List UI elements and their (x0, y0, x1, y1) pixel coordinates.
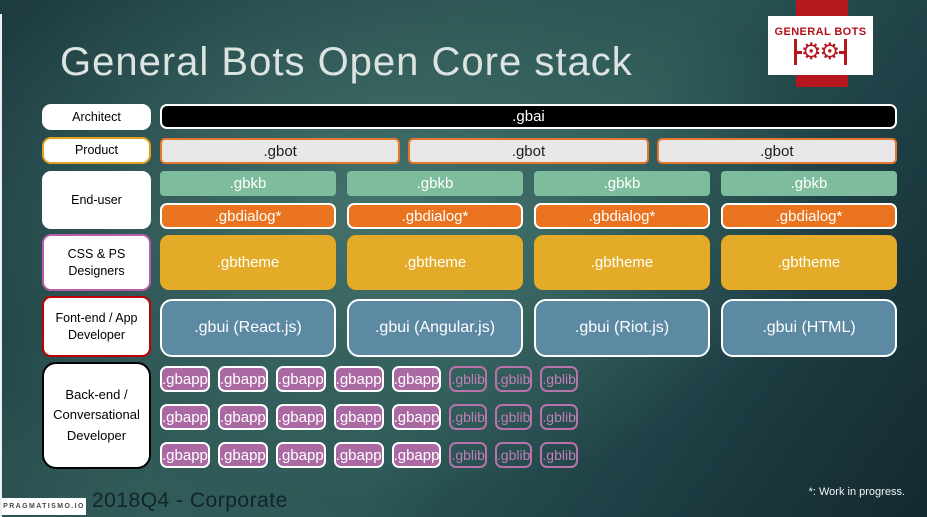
band-gbtheme: .gbtheme .gbtheme .gbtheme .gbtheme (160, 235, 897, 290)
gbui-box: .gbui (HTML) (721, 299, 897, 357)
gbkb-box: .gbkb (534, 171, 710, 196)
gbot-box: .gbot (408, 138, 649, 164)
gbapp-box: .gbapp (391, 442, 442, 468)
gbapp-box: .gbapp (217, 366, 268, 392)
gblib-box: .gblib (540, 404, 578, 430)
gbdialog-box: .gbdialog* (347, 203, 523, 229)
gbtheme-box: .gbtheme (347, 235, 523, 290)
gbapp-box: .gbapp (275, 442, 326, 468)
gbkb-box: .gbkb (160, 171, 336, 196)
gear-icon: ⚙ (800, 38, 822, 65)
row-label-architect: Architect (42, 104, 151, 130)
slide-left-edge-line (0, 14, 2, 517)
gbapp-box: .gbapp (275, 404, 326, 430)
gbapp-box: .gbapp (391, 366, 442, 392)
footer-edition-text: 2018Q4 - Corporate (92, 489, 288, 512)
band-gbkb: .gbkb .gbkb .gbkb .gbkb (160, 171, 897, 196)
slide: General Bots Open Core stack GENERAL BOT… (0, 0, 927, 517)
gbtheme-box: .gbtheme (534, 235, 710, 290)
gbapp-box: .gbapp (275, 366, 326, 392)
gbui-box: .gbui (Angular.js) (347, 299, 523, 357)
gbapp-box: .gbapp (217, 404, 268, 430)
gear-icon: ⚙ (819, 38, 841, 65)
gblib-box: .gblib (494, 366, 533, 392)
gbkb-box: .gbkb (347, 171, 523, 196)
gblib-box: .gblib (540, 366, 578, 392)
band-gbui: .gbui (React.js) .gbui (Angular.js) .gbui … (160, 299, 897, 357)
gear-bar-right-icon (844, 39, 848, 65)
page-title: General Bots Open Core stack (60, 40, 633, 84)
gbapp-box: .gbapp (160, 442, 210, 468)
logo-text: GENERAL BOTS (774, 26, 867, 38)
gbui-box: .gbui (Riot.js) (534, 299, 710, 357)
gbot-box: .gbot (656, 138, 897, 164)
gbapp-box: .gbapp (217, 442, 268, 468)
gbapp-box: .gbapp (333, 366, 384, 392)
gbdialog-box: .gbdialog* (721, 203, 897, 229)
general-bots-logo: GENERAL BOTS ⚙ ⚙ (768, 16, 873, 75)
gbai-box: .gbai (160, 104, 897, 129)
gbdialog-box: .gbdialog* (160, 203, 336, 229)
gblib-box: .gblib (449, 366, 487, 392)
gbdialog-box: .gbdialog* (534, 203, 710, 229)
gbtheme-box: .gbtheme (160, 235, 336, 290)
row-label-back-end-conversational-developer: Back-end / Conversational Developer (42, 362, 151, 469)
gbui-box: .gbui (React.js) (160, 299, 336, 357)
row-label-product: Product (42, 137, 151, 164)
row-label-end-user: End-user (42, 171, 151, 229)
gblib-box: .gblib (449, 404, 487, 430)
gblib-box: .gblib (494, 404, 533, 430)
gbot-box: .gbot (160, 138, 401, 164)
band-gbot: .gbot .gbot .gbot (160, 138, 897, 164)
pragmatismo-badge: PRAGMATISMO.IO (2, 498, 86, 515)
band-backend-row-1: .gbapp .gbapp .gbapp .gbapp .gbapp .gblib .gb… (160, 366, 897, 392)
gblib-box: .gblib (494, 442, 533, 468)
row-label-front-end-app-developer: Font-end / App Developer (42, 296, 151, 357)
row-label-css-ps-designers: CSS & PS Designers (42, 234, 151, 291)
gbtheme-box: .gbtheme (721, 235, 897, 290)
gbapp-box: .gbapp (160, 404, 210, 430)
gbapp-box: .gbapp (333, 404, 384, 430)
band-backend-row-3: .gbapp .gbapp .gbapp .gbapp .gbapp .gblib .gb… (160, 442, 897, 468)
band-gbdialog: .gbdialog* .gbdialog* .gbdialog* .gbdialog* (160, 203, 897, 229)
gblib-box: .gblib (449, 442, 487, 468)
gbapp-box: .gbapp (160, 366, 210, 392)
band-backend-row-2: .gbapp .gbapp .gbapp .gbapp .gbapp .gblib .gb… (160, 404, 897, 430)
gbapp-box: .gbapp (333, 442, 384, 468)
gears-icon: ⚙ ⚙ (793, 38, 848, 65)
gbapp-box: .gbapp (391, 404, 442, 430)
gbkb-box: .gbkb (721, 171, 897, 196)
gblib-box: .gblib (540, 442, 578, 468)
work-in-progress-footnote: *: Work in progress. (808, 486, 905, 498)
band-gbai: .gbai (160, 104, 897, 129)
